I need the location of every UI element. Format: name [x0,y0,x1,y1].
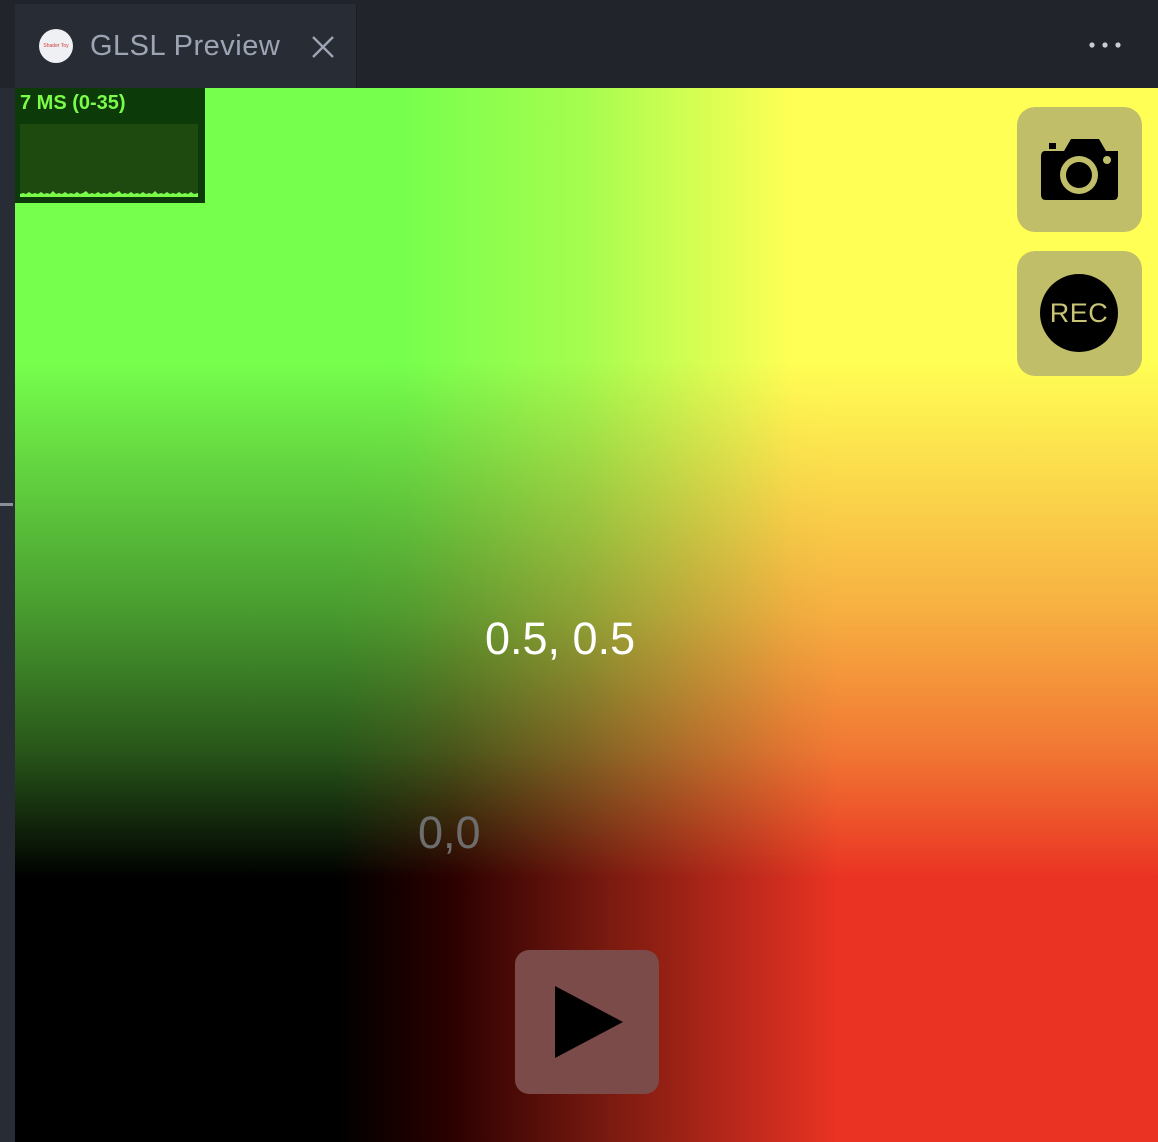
performance-stats[interactable]: 7 MS (0-35) [15,88,205,203]
record-label: REC [1049,297,1109,328]
tab-glsl-preview[interactable]: Shader Toy GLSL Preview [15,4,357,88]
shader-toy-icon: Shader Toy [39,29,73,63]
stats-graph [20,124,198,197]
gutter-marker [0,503,13,506]
play-button[interactable] [515,950,659,1094]
shader-canvas[interactable]: 7 MS (0-35) REC 0.5, 0.5 0,0 [15,88,1158,1142]
close-icon[interactable] [310,34,336,60]
left-gutter [0,88,15,1142]
ellipsis-icon[interactable] [1085,30,1125,60]
tab-bar: Shader Toy GLSL Preview [0,0,1158,88]
origin-coordinate-label: 0,0 [418,807,481,858]
tab-title: GLSL Preview [90,30,281,62]
camera-icon [1041,139,1118,200]
glsl-preview-window: Shader Toy GLSL Preview 7 MS (0-35) REC … [0,0,1158,1142]
center-coordinate-label: 0.5, 0.5 [485,613,636,664]
record-icon: REC [1040,274,1118,352]
play-icon [555,986,623,1058]
stats-label: 7 MS (0-35) [20,92,126,114]
screenshot-button[interactable] [1017,107,1142,232]
record-button[interactable]: REC [1017,251,1142,376]
stats-graph-bars [20,191,198,197]
tab-icon-text: Shader Toy [43,43,69,49]
